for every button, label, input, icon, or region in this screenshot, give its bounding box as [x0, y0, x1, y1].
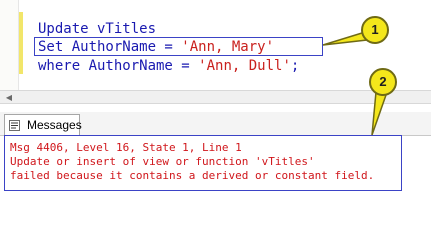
callout-1-arrow	[322, 32, 369, 46]
callout-1: 1	[361, 16, 389, 44]
callout-2: 2	[369, 68, 397, 96]
callout-2-arrow	[371, 91, 387, 136]
